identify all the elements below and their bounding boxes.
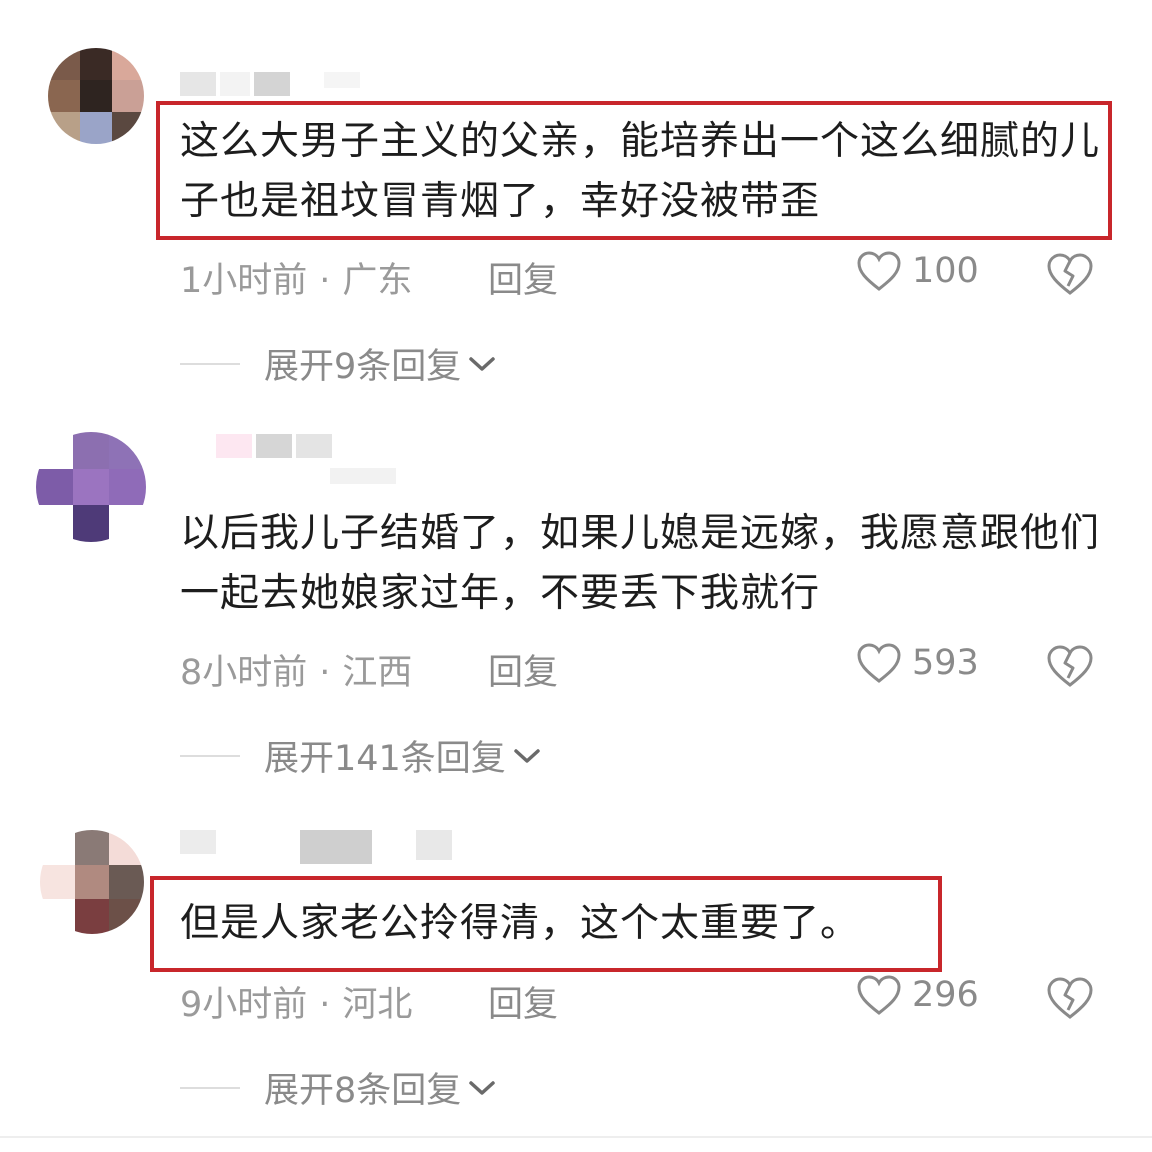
expand-replies-label: 展开141条回复 — [264, 739, 506, 779]
comment-meta: 9小时前 · 河北 — [180, 976, 412, 1027]
chevron-down-icon — [469, 1080, 496, 1095]
divider-line — [180, 1086, 240, 1089]
broken-heart-icon — [1047, 645, 1093, 687]
expand-replies-label: 展开9条回复 — [264, 347, 462, 387]
reply-button[interactable]: 回复 — [488, 644, 558, 695]
reply-button[interactable]: 回复 — [488, 976, 558, 1027]
reply-button[interactable]: 回复 — [488, 252, 558, 303]
like-button[interactable]: 296 — [856, 974, 979, 1016]
dislike-button[interactable] — [1046, 252, 1094, 300]
comment-location: 江西 — [342, 653, 413, 693]
meta-separator: · — [319, 261, 331, 301]
username-blurred[interactable] — [180, 830, 452, 864]
meta-separator: · — [319, 985, 331, 1025]
bottom-divider — [0, 1136, 1152, 1138]
avatar[interactable] — [48, 48, 144, 144]
dislike-button[interactable] — [1046, 976, 1094, 1024]
comment-location: 广东 — [342, 261, 413, 301]
chevron-down-icon — [469, 356, 496, 371]
expand-replies-button[interactable]: 展开9条回复 — [180, 338, 497, 389]
comment-location: 河北 — [342, 985, 413, 1025]
like-button[interactable]: 100 — [856, 250, 979, 292]
like-count: 100 — [912, 251, 979, 291]
heart-outline-icon — [857, 251, 901, 291]
username-blurred[interactable] — [180, 72, 360, 96]
broken-heart-icon — [1047, 253, 1093, 295]
broken-heart-icon — [1047, 977, 1093, 1019]
like-button[interactable]: 593 — [856, 642, 979, 684]
like-count: 593 — [912, 643, 979, 683]
username-blurred-extra — [330, 468, 396, 484]
divider-line — [180, 754, 240, 757]
username-blurred[interactable] — [216, 434, 332, 458]
comment-time: 1小时前 — [180, 261, 308, 301]
heart-outline-icon — [857, 643, 901, 683]
expand-replies-button[interactable]: 展开141条回复 — [180, 730, 542, 781]
meta-separator: · — [319, 653, 331, 693]
expand-replies-button[interactable]: 展开8条回复 — [180, 1062, 497, 1113]
comment-text: 这么大男子主义的父亲，能培养出一个这么细腻的儿子也是祖坟冒青烟了，幸好没被带歪 — [180, 119, 1101, 224]
heart-outline-icon — [857, 975, 901, 1015]
avatar[interactable] — [36, 432, 146, 542]
avatar[interactable] — [40, 830, 144, 934]
chevron-down-icon — [514, 748, 540, 763]
comment-text: 以后我儿子结婚了，如果儿媳是远嫁，我愿意跟他们一起去她娘家过年，不要丢下我就行 — [180, 511, 1101, 616]
like-count: 296 — [912, 975, 979, 1015]
divider-line — [180, 362, 240, 365]
comment-meta: 8小时前 · 江西 — [180, 644, 412, 695]
comment-meta: 1小时前 · 广东 — [180, 252, 412, 303]
comment-time: 8小时前 — [180, 653, 308, 693]
dislike-button[interactable] — [1046, 644, 1094, 692]
comment-text: 但是人家老公拎得清，这个太重要了。 — [180, 901, 861, 946]
expand-replies-label: 展开8条回复 — [264, 1071, 462, 1111]
comment-time: 9小时前 — [180, 985, 308, 1025]
